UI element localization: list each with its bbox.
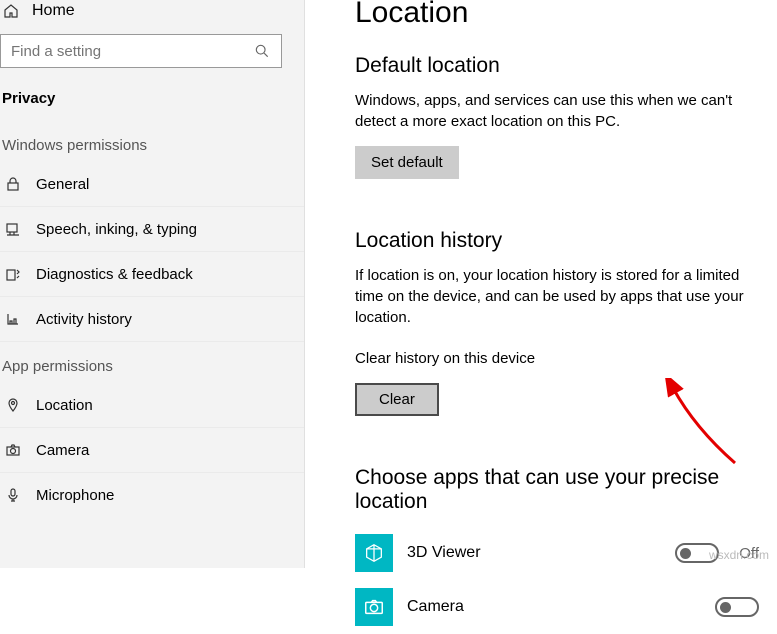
group-windows-permissions: Windows permissions — [0, 121, 304, 162]
sidebar-item-label: Camera — [36, 442, 89, 459]
clear-button[interactable]: Clear — [355, 383, 439, 416]
lock-icon — [4, 175, 22, 193]
sidebar-item-general[interactable]: General — [0, 162, 304, 207]
sidebar-item-microphone[interactable]: Microphone — [0, 473, 304, 517]
sidebar-title: Privacy — [0, 84, 304, 121]
sidebar-item-diagnostics[interactable]: Diagnostics & feedback — [0, 252, 304, 297]
app-name: 3D Viewer — [407, 544, 481, 562]
page-title: Location — [355, 0, 759, 30]
sidebar-item-home[interactable]: Home — [0, 0, 304, 30]
set-default-button[interactable]: Set default — [355, 146, 459, 179]
app-row-camera: Camera — [355, 580, 759, 634]
speech-icon — [4, 220, 22, 238]
app-icon-3dviewer — [355, 534, 393, 572]
search-input[interactable] — [0, 34, 282, 68]
location-history-heading: Location history — [355, 229, 759, 253]
microphone-icon — [4, 486, 22, 504]
toggle-camera[interactable] — [715, 597, 759, 617]
camera-icon — [4, 441, 22, 459]
sidebar-item-label: Speech, inking, & typing — [36, 221, 197, 238]
group-app-permissions: App permissions — [0, 342, 304, 383]
app-icon-camera — [355, 588, 393, 626]
sidebar-item-speech[interactable]: Speech, inking, & typing — [0, 207, 304, 252]
sidebar-item-activity[interactable]: Activity history — [0, 297, 304, 342]
sidebar-item-location[interactable]: Location — [0, 383, 304, 428]
location-icon — [4, 396, 22, 414]
sidebar-item-label: Activity history — [36, 311, 132, 328]
sidebar: Home Privacy Windows permissions General… — [0, 0, 305, 568]
clear-history-label: Clear history on this device — [355, 348, 759, 369]
search-field[interactable] — [11, 43, 253, 60]
choose-apps-heading: Choose apps that can use your precise lo… — [355, 466, 759, 514]
default-location-heading: Default location — [355, 54, 759, 78]
default-location-desc: Windows, apps, and services can use this… — [355, 90, 759, 132]
content: Location Default location Windows, apps,… — [305, 0, 777, 568]
diagnostics-icon — [4, 265, 22, 283]
app-name: Camera — [407, 598, 464, 616]
app-row-3dviewer: 3D Viewer Off — [355, 526, 759, 580]
location-history-desc: If location is on, your location history… — [355, 265, 759, 328]
sidebar-item-label: General — [36, 176, 89, 193]
sidebar-home-label: Home — [32, 2, 75, 20]
activity-icon — [4, 310, 22, 328]
search-icon — [253, 42, 271, 60]
home-icon — [2, 2, 20, 20]
sidebar-item-camera[interactable]: Camera — [0, 428, 304, 473]
watermark: wsxdn.com — [709, 548, 769, 562]
sidebar-item-label: Diagnostics & feedback — [36, 266, 193, 283]
sidebar-item-label: Microphone — [36, 487, 114, 504]
sidebar-item-label: Location — [36, 397, 93, 414]
